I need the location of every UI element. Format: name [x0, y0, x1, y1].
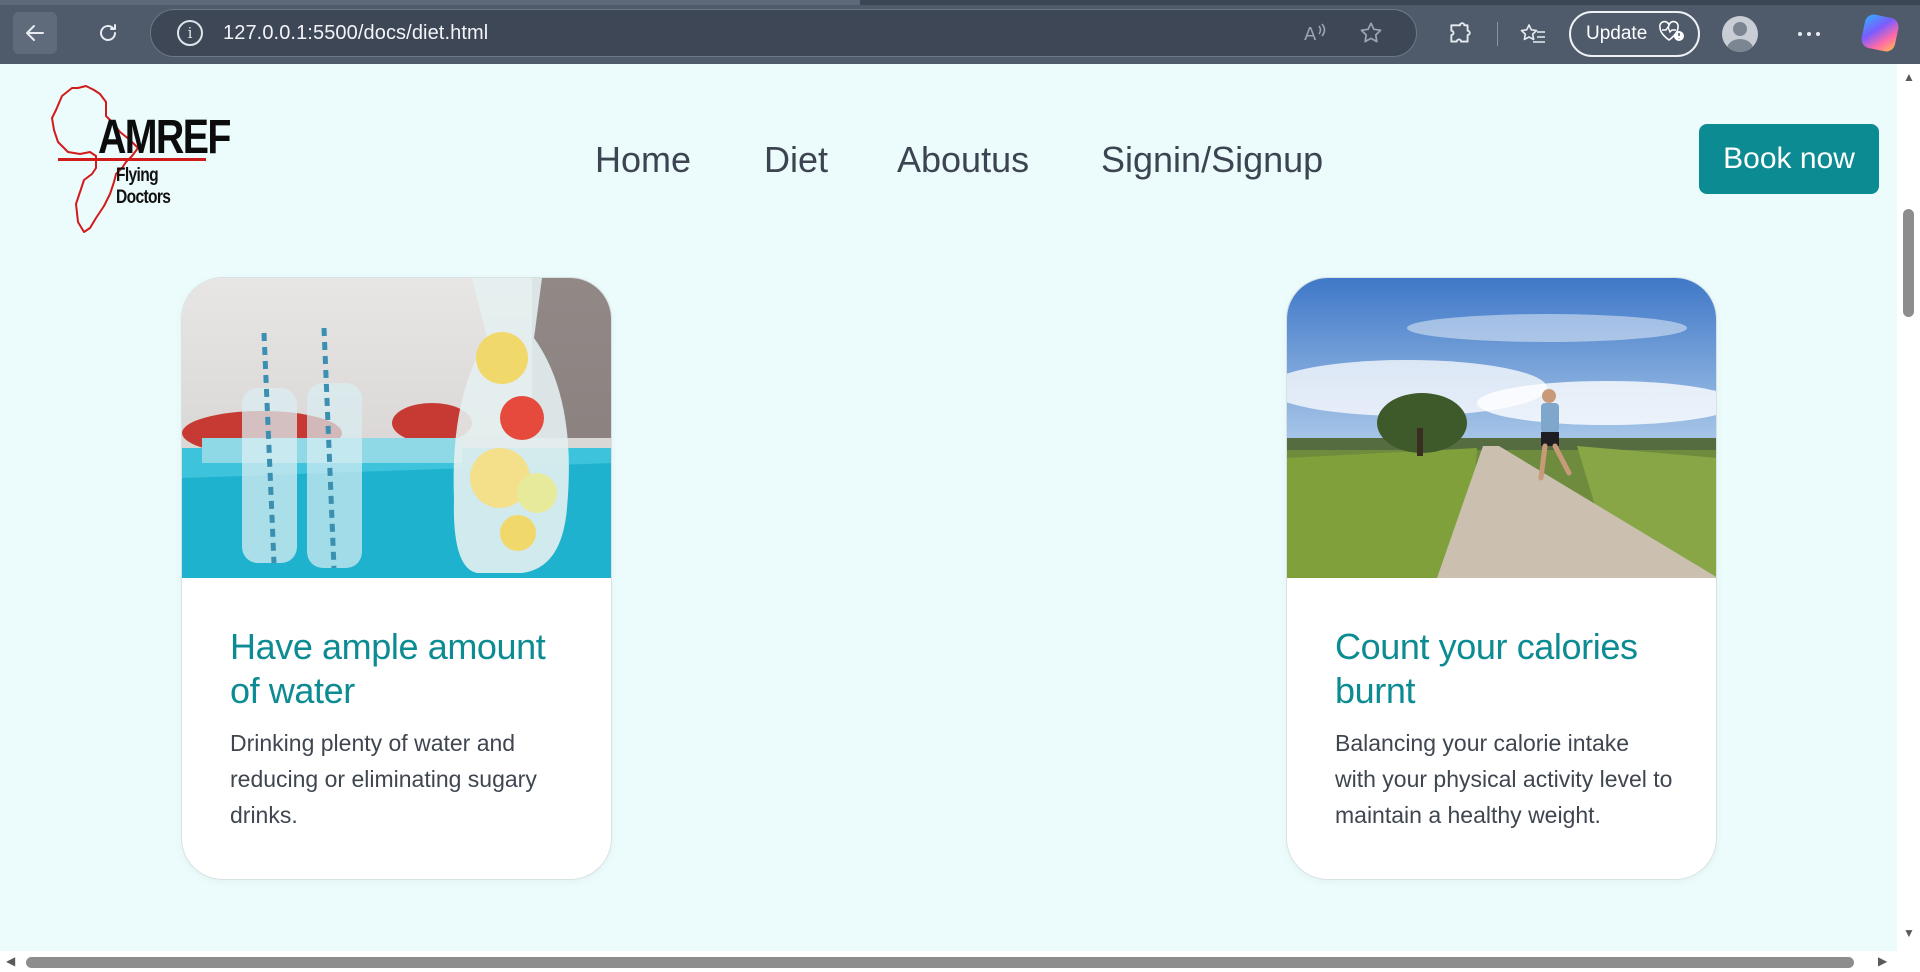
logo-brand-text: AMREF	[98, 111, 231, 164]
card-title: Count your calories burnt	[1335, 626, 1638, 711]
reload-button[interactable]	[86, 12, 130, 54]
book-now-button[interactable]: Book now	[1699, 124, 1879, 194]
runner-on-country-road-photo	[1287, 278, 1716, 578]
browser-toolbar: i 127.0.0.1:5500/docs/diet.html A Update	[0, 0, 1920, 64]
profile-avatar-icon[interactable]	[1722, 16, 1758, 52]
scroll-down-arrow-icon[interactable]: ▼	[1903, 926, 1915, 940]
diet-card-water: Have ample amount of water Drinking plen…	[181, 277, 612, 880]
logo-red-bar	[58, 158, 206, 161]
scroll-left-arrow-icon[interactable]: ◀	[6, 954, 15, 968]
tab-strip	[0, 0, 1920, 5]
diet-card-calories: Count your calories burnt Balancing your…	[1286, 277, 1717, 880]
scroll-right-arrow-icon[interactable]: ▶	[1878, 954, 1887, 968]
url-text[interactable]: 127.0.0.1:5500/docs/diet.html	[223, 22, 488, 45]
nav-diet[interactable]: Diet	[764, 137, 828, 183]
logo-tagline-text: Flying Doctors	[116, 165, 171, 208]
info-icon[interactable]: i	[177, 20, 203, 46]
back-button[interactable]	[13, 12, 57, 54]
extensions-icon[interactable]	[1440, 14, 1480, 54]
address-bar[interactable]: i 127.0.0.1:5500/docs/diet.html A	[150, 9, 1417, 57]
amref-logo[interactable]: AMREF Flying Doctors	[50, 82, 231, 237]
infused-water-jars-photo	[182, 278, 611, 578]
card-text: Drinking plenty of water and reducing or…	[230, 730, 537, 828]
update-button[interactable]: Update	[1569, 11, 1700, 57]
nav-aboutus[interactable]: Aboutus	[897, 137, 1029, 183]
toolbar-divider	[1497, 22, 1498, 46]
more-icon[interactable]	[1789, 14, 1829, 54]
scroll-up-arrow-icon[interactable]: ▲	[1903, 70, 1915, 84]
nav-home[interactable]: Home	[595, 137, 691, 183]
favorite-star-icon[interactable]	[1358, 20, 1384, 53]
svg-text:A: A	[1304, 24, 1317, 45]
horizontal-scrollbar[interactable]: ◀ ▶	[0, 951, 1897, 972]
card-text: Balancing your calorie intake with your …	[1335, 730, 1673, 828]
horizontal-scroll-thumb[interactable]	[26, 957, 1854, 968]
vertical-scroll-thumb[interactable]	[1903, 209, 1914, 317]
back-arrow-icon	[26, 25, 44, 41]
update-label: Update	[1586, 23, 1648, 44]
copilot-icon[interactable]	[1859, 12, 1901, 54]
reload-icon	[100, 24, 116, 41]
nav-signin-signup[interactable]: Signin/Signup	[1101, 137, 1323, 183]
heart-pulse-icon	[1657, 19, 1685, 49]
vertical-scrollbar[interactable]: ▲ ▼	[1897, 64, 1920, 972]
card-title: Have ample amount of water	[230, 626, 546, 711]
read-aloud-icon[interactable]: A	[1302, 20, 1328, 53]
favorites-icon[interactable]	[1513, 14, 1553, 54]
active-tab-indicator[interactable]	[0, 0, 860, 5]
